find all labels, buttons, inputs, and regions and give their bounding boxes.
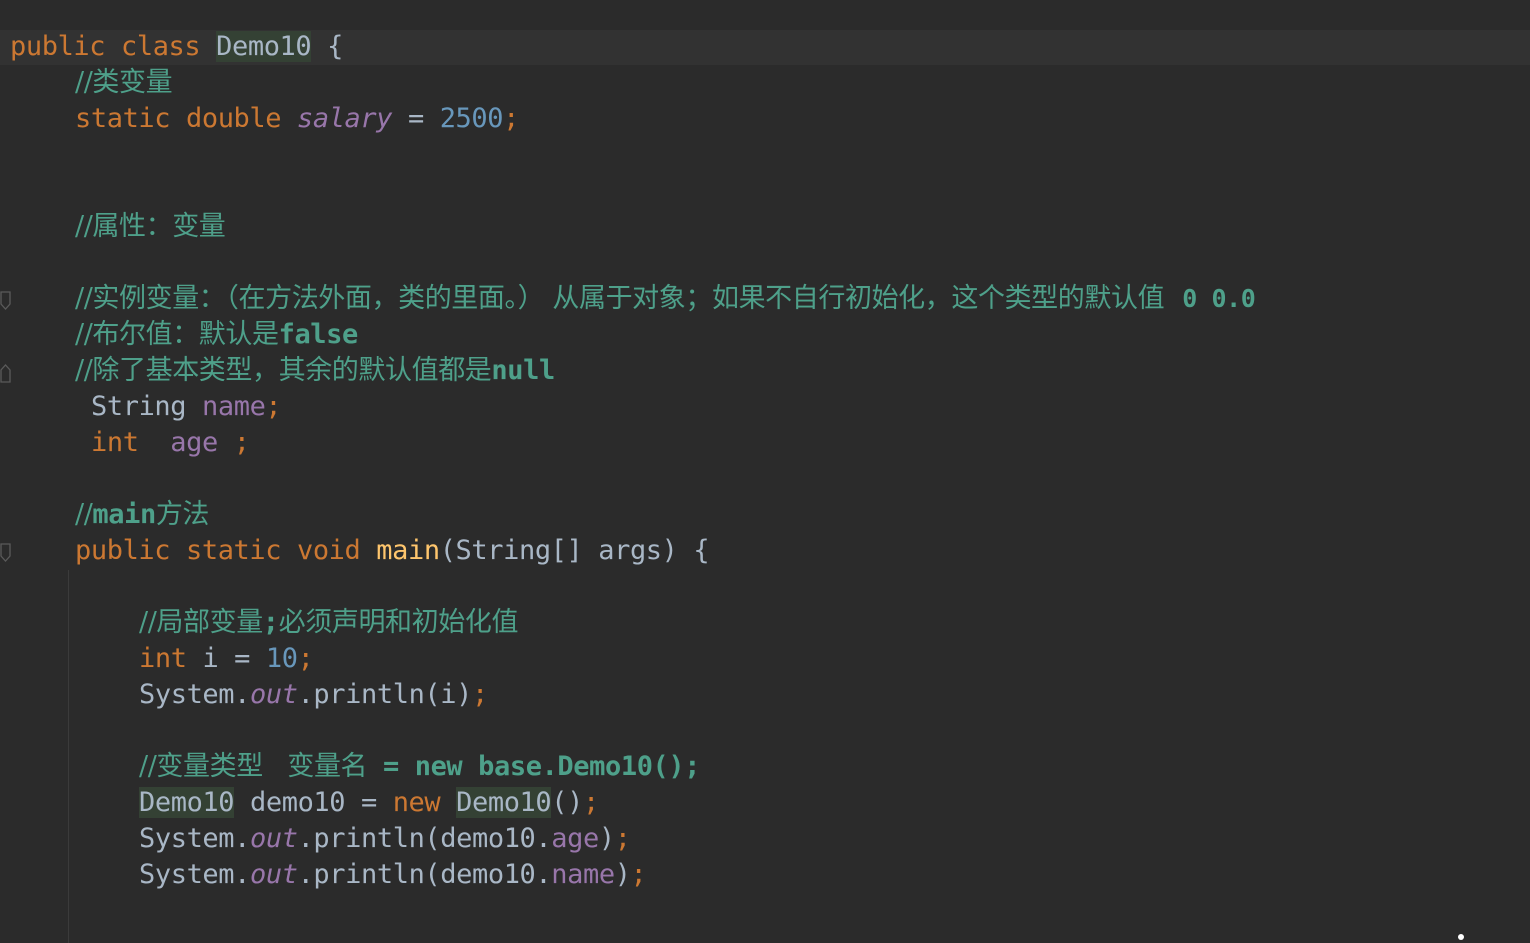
variable: demo10 = xyxy=(250,787,377,818)
code-line-11[interactable]: String name; xyxy=(0,389,1530,425)
keyword: public static void xyxy=(75,535,361,566)
semicolon: ; xyxy=(583,787,599,818)
code-line-18[interactable]: int i = 10; xyxy=(0,641,1530,677)
comment: //变量类型 变量名 xyxy=(139,751,368,782)
comment: //局部变量 xyxy=(139,607,263,638)
comment-tail: 0 0.0 xyxy=(1182,284,1256,313)
mouse-cursor-icon xyxy=(1458,934,1464,940)
code-line-23[interactable]: System.out.println(demo10.age); xyxy=(0,821,1530,857)
params: (String[] args) { xyxy=(439,535,710,566)
comment: //类变量 xyxy=(75,67,173,98)
code-line-24[interactable]: System.out.println(demo10.name); xyxy=(0,857,1530,893)
keyword: int xyxy=(91,427,139,458)
code-line-12[interactable]: int age ; xyxy=(0,425,1530,461)
method-call: () xyxy=(551,787,583,818)
type-name: String xyxy=(91,391,187,422)
code-line-3[interactable]: static double salary = 2500; xyxy=(0,101,1530,137)
class-name[interactable]: Demo10 xyxy=(139,787,235,818)
static-field: out xyxy=(250,679,298,710)
method-call: .println(i) xyxy=(297,679,473,710)
code-line-15[interactable]: public static void main(String[] args) { xyxy=(0,533,1530,569)
semicolon: ; xyxy=(630,859,647,890)
variable: i = xyxy=(202,643,251,674)
number-literal: 2500 xyxy=(439,103,504,134)
comment-bold: ; xyxy=(262,607,279,638)
semicolon: ; xyxy=(233,427,250,458)
semicolon: ; xyxy=(297,643,314,674)
method-call: .println(demo10. xyxy=(297,859,552,890)
code-line-6[interactable]: //属性：变量 xyxy=(0,209,1530,245)
class-name[interactable]: Demo10 xyxy=(456,787,552,818)
comment: 方法 xyxy=(155,499,210,530)
code-line-8[interactable]: //实例变量：（在方法外面，类的里面。） 从属于对象；如果不自行初始化，这个类型… xyxy=(0,281,1530,317)
comment: //属性：变量 xyxy=(75,211,226,242)
code-editor[interactable]: public class Demo10 { //类变量 static doubl… xyxy=(0,0,1530,943)
keyword: public class xyxy=(10,31,201,62)
code-line-19[interactable]: System.out.println(i); xyxy=(0,677,1530,713)
code-line-9[interactable]: //布尔值：默认是false xyxy=(0,317,1530,353)
code-line-22[interactable]: Demo10 demo10 = new Demo10(); xyxy=(0,785,1530,821)
field-name: age xyxy=(170,427,218,458)
operator: = xyxy=(407,103,424,134)
static-field: out xyxy=(250,859,298,890)
keyword: static double xyxy=(75,103,282,134)
comment: 必须声明和初始化值 xyxy=(278,607,519,638)
code-line-17[interactable]: //局部变量;必须声明和初始化值 xyxy=(0,605,1530,641)
field-name: salary xyxy=(296,103,393,134)
comment-tail: null xyxy=(491,355,555,386)
method-call: ) xyxy=(598,823,615,854)
code-line-20[interactable] xyxy=(0,713,1530,749)
number-literal: 10 xyxy=(265,643,298,674)
semicolon: ; xyxy=(265,391,282,422)
code-line-4[interactable] xyxy=(0,137,1530,173)
keyword: new xyxy=(392,787,441,818)
semicolon: ; xyxy=(472,679,488,710)
code-line-14[interactable]: //main方法 xyxy=(0,497,1530,533)
system-ref: System. xyxy=(139,679,250,710)
keyword: int xyxy=(139,643,187,674)
code-line-10[interactable]: //除了基本类型，其余的默认值都是null xyxy=(0,353,1530,389)
code-line-7[interactable] xyxy=(0,245,1530,281)
method-call: .println(demo10. xyxy=(297,823,552,854)
code-line-2[interactable]: //类变量 xyxy=(0,65,1530,101)
comment-tail: false xyxy=(278,319,359,350)
brace: { xyxy=(327,31,343,62)
comment-tail: = new base.Demo10(); xyxy=(367,751,701,782)
field-name: name xyxy=(202,391,266,422)
comment-bold: main xyxy=(92,499,156,530)
system-ref: System. xyxy=(139,823,250,854)
static-field: out xyxy=(250,823,298,854)
code-line-16[interactable] xyxy=(0,569,1530,605)
comment: //布尔值：默认是 xyxy=(75,319,279,350)
comment: //除了基本类型，其余的默认值都是 xyxy=(75,355,492,386)
comment: // xyxy=(75,499,93,530)
field-ref: name xyxy=(551,859,615,890)
code-line-1[interactable]: public class Demo10 { xyxy=(0,29,1530,65)
semicolon: ; xyxy=(614,823,631,854)
field-ref: age xyxy=(551,823,599,854)
code-line-13[interactable] xyxy=(0,461,1530,497)
code-line-21[interactable]: //变量类型 变量名 = new base.Demo10(); xyxy=(0,749,1530,785)
code-area[interactable]: public class Demo10 { //类变量 static doubl… xyxy=(0,29,1530,893)
method-name[interactable]: main xyxy=(376,535,440,566)
semicolon: ; xyxy=(503,103,519,134)
system-ref: System. xyxy=(139,859,250,890)
comment: //实例变量：（在方法外面，类的里面。） 从属于对象；如果不自行初始化，这个类型… xyxy=(75,283,1165,314)
code-line-5[interactable] xyxy=(0,173,1530,209)
method-call: ) xyxy=(614,859,631,890)
class-name[interactable]: Demo10 xyxy=(216,31,312,62)
